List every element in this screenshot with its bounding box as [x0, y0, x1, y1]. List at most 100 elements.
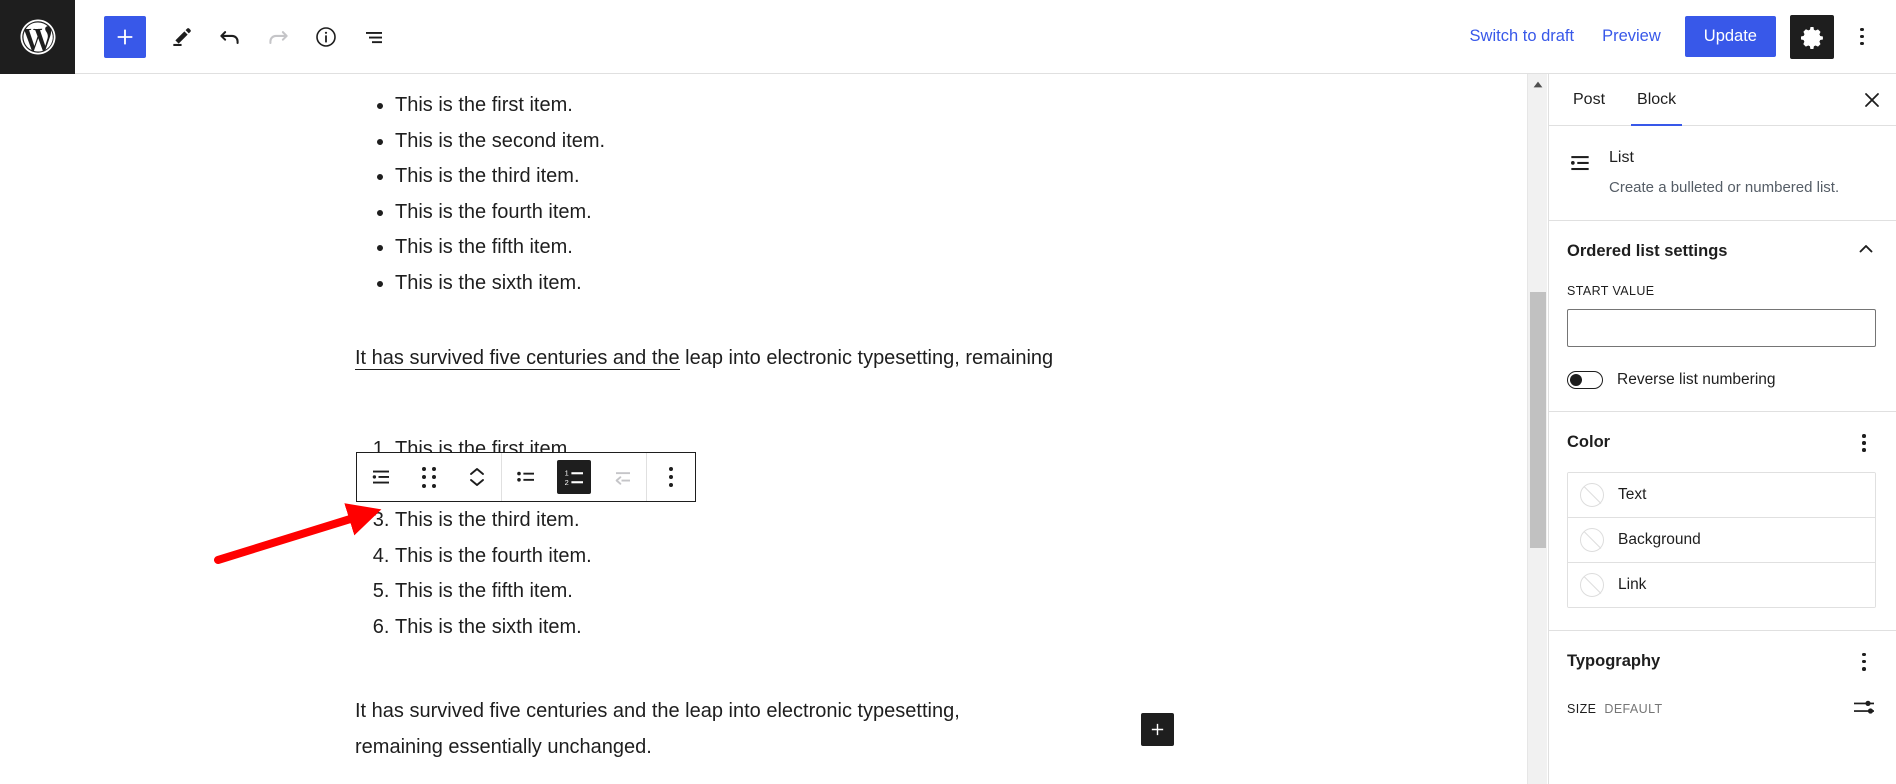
- block-toolbar-group-list: 1 2: [502, 453, 646, 501]
- switch-to-draft-button[interactable]: Switch to draft: [1456, 19, 1589, 54]
- chevron-up-down-icon: [469, 467, 485, 487]
- ordered-list-settings-panel: Ordered list settings START VALUE Revers…: [1549, 221, 1896, 412]
- add-block-button[interactable]: [104, 15, 146, 58]
- header-right-toolbar: Switch to draft Preview Update: [1456, 14, 1896, 59]
- list-block-icon: [1567, 148, 1593, 181]
- sliders-icon[interactable]: [1852, 697, 1876, 722]
- font-size-row: SIZE DEFAULT: [1567, 697, 1876, 722]
- three-vertical-dots-icon: [1862, 652, 1866, 671]
- block-appender-button[interactable]: [1141, 713, 1174, 746]
- canvas-scrollbar[interactable]: [1527, 74, 1547, 784]
- post-content: This is the first item. This is the seco…: [355, 74, 1165, 765]
- reverse-list-numbering-label: Reverse list numbering: [1617, 371, 1776, 388]
- block-description: Create a bulleted or numbered list.: [1609, 179, 1840, 196]
- more-options-button[interactable]: [1840, 15, 1884, 59]
- color-row-link[interactable]: Link: [1568, 562, 1875, 607]
- tab-post[interactable]: Post: [1557, 74, 1621, 125]
- color-panel-header: Color: [1567, 430, 1876, 456]
- color-label: Background: [1618, 530, 1701, 548]
- tab-block[interactable]: Block: [1621, 74, 1692, 126]
- list-item[interactable]: This is the fifth item.: [395, 230, 1165, 266]
- numbered-list-icon: 1 2: [565, 469, 583, 487]
- numbered-list-item-5[interactable]: This is the fifth item.: [395, 574, 1165, 610]
- block-toolbar: 1 2: [356, 452, 696, 502]
- color-label: Link: [1618, 575, 1647, 593]
- unordered-list-button[interactable]: [502, 453, 550, 501]
- typography-panel: Typography SIZE DEFAULT: [1549, 631, 1896, 744]
- header-left-toolbar: [104, 13, 398, 61]
- numbered-list-item-3[interactable]: This is the third item.: [395, 503, 1165, 539]
- triangle-up-icon: [1533, 81, 1543, 87]
- update-button[interactable]: Update: [1684, 16, 1776, 57]
- list-view-icon: [366, 31, 382, 43]
- block-title: List: [1609, 149, 1634, 166]
- block-toolbar-group-left: [357, 453, 501, 501]
- list-block-icon: [372, 470, 389, 484]
- plus-icon: [1151, 723, 1164, 736]
- color-row-text[interactable]: Text: [1568, 472, 1875, 518]
- paragraph-rest-text: leap into electronic typesetting, remain…: [679, 347, 1054, 369]
- list-item[interactable]: This is the second item.: [395, 124, 1165, 160]
- list-item[interactable]: This is the first item.: [395, 88, 1165, 124]
- scrollbar-thumb[interactable]: [1530, 292, 1546, 548]
- undo-button[interactable]: [206, 13, 254, 61]
- list-item[interactable]: This is the third item.: [395, 159, 1165, 195]
- panel-title: Color: [1567, 433, 1611, 452]
- reverse-list-numbering-row: Reverse list numbering: [1567, 371, 1876, 389]
- paragraph-block-bottom[interactable]: It has survived five centuries and the l…: [355, 693, 1005, 765]
- redo-arrow-icon: [269, 30, 288, 44]
- close-sidebar-button[interactable]: [1848, 74, 1896, 125]
- block-options-button[interactable]: [647, 453, 695, 501]
- block-info-card: List Create a bulleted or numbered list.: [1549, 126, 1896, 221]
- reverse-list-numbering-toggle[interactable]: [1567, 371, 1603, 389]
- preview-button[interactable]: Preview: [1588, 19, 1675, 54]
- color-options-list: Text Background Link: [1567, 471, 1876, 608]
- panel-title: Ordered list settings: [1567, 242, 1728, 260]
- color-panel: Color Text Background Link: [1549, 412, 1896, 631]
- editor-canvas[interactable]: This is the first item. This is the seco…: [0, 74, 1527, 784]
- color-label: Text: [1618, 485, 1647, 503]
- wordpress-block-editor: Switch to draft Preview Update This is t…: [0, 0, 1896, 784]
- three-vertical-dots-icon: [1860, 27, 1864, 46]
- svg-text:1: 1: [565, 469, 569, 478]
- undo-arrow-icon: [220, 30, 239, 44]
- outdent-list-button[interactable]: [598, 453, 646, 501]
- move-up-down-button[interactable]: [453, 453, 501, 501]
- settings-button[interactable]: [1790, 14, 1834, 59]
- block-type-list-button[interactable]: [357, 453, 405, 501]
- wordpress-logo-icon: [20, 19, 55, 54]
- pencil-icon: [173, 27, 191, 46]
- typography-panel-options-button[interactable]: [1852, 649, 1876, 675]
- toggle-knob: [1569, 373, 1582, 386]
- list-item[interactable]: This is the fourth item.: [395, 195, 1165, 231]
- ordered-list-settings-header[interactable]: Ordered list settings: [1567, 239, 1876, 264]
- numbered-list-item-6[interactable]: This is the sixth item.: [395, 610, 1165, 646]
- plus-icon: [117, 29, 133, 44]
- color-row-background[interactable]: Background: [1568, 517, 1875, 563]
- paragraph-block-middle[interactable]: It has survived five centuries and the l…: [355, 340, 1165, 376]
- font-size-label: SIZE: [1567, 702, 1597, 717]
- outdent-icon: [615, 472, 630, 485]
- svg-text:2: 2: [565, 478, 569, 487]
- bulleted-list-icon: [517, 471, 534, 482]
- list-item[interactable]: This is the sixth item.: [395, 266, 1165, 302]
- bulleted-list-block[interactable]: This is the first item. This is the seco…: [355, 88, 1165, 301]
- numbered-list-item-4[interactable]: This is the fourth item.: [395, 539, 1165, 575]
- close-x-icon: [1865, 92, 1879, 107]
- start-value-input[interactable]: [1567, 309, 1876, 347]
- wordpress-logo-button[interactable]: [0, 0, 75, 74]
- scrollbar-up-button[interactable]: [1528, 74, 1548, 94]
- tools-edit-button[interactable]: [158, 13, 206, 61]
- red-arrow-line: [214, 503, 382, 564]
- gear-icon: [1801, 26, 1823, 49]
- color-panel-options-button[interactable]: [1852, 430, 1876, 456]
- start-value-label: START VALUE: [1567, 284, 1655, 298]
- ordered-list-button[interactable]: 1 2: [557, 460, 591, 494]
- info-circle-icon: [316, 26, 336, 47]
- redo-button[interactable]: [254, 13, 302, 61]
- chevron-up-icon[interactable]: [1856, 239, 1876, 264]
- list-view-button[interactable]: [350, 13, 398, 61]
- panel-title: Typography: [1567, 652, 1661, 671]
- drag-handle-button[interactable]: [405, 453, 453, 501]
- details-button[interactable]: [302, 13, 350, 61]
